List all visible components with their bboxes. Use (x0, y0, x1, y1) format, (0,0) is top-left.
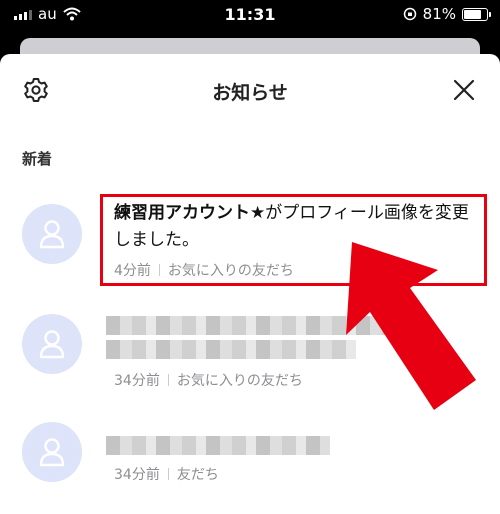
orientation-lock-icon (403, 7, 416, 21)
meta-divider (167, 374, 169, 386)
avatar (22, 204, 82, 264)
section-label-new: 新着 (22, 150, 53, 168)
page-title: お知らせ (212, 82, 288, 104)
sheet-header: お知らせ (0, 54, 500, 126)
notification-meta: 34分前 友だち (114, 464, 219, 484)
meta-divider (167, 468, 169, 480)
person-icon (39, 330, 65, 359)
notification-category: お気に入りの友だち (176, 373, 303, 389)
notification-item[interactable]: 34分前 友だち (0, 420, 500, 510)
avatar (22, 422, 82, 482)
status-right: 81% (403, 5, 491, 23)
status-bar: au 11:31 81% (0, 0, 500, 30)
notification-time: 34分前 (114, 373, 160, 389)
blurred-message-line (106, 436, 330, 455)
notification-time: 34分前 (114, 467, 160, 483)
blurred-message-line (106, 340, 356, 359)
person-icon (39, 220, 65, 249)
close-icon[interactable] (452, 78, 476, 102)
battery-icon (462, 7, 491, 21)
red-arrow-annotation (346, 242, 476, 410)
notification-category: 友だち (176, 467, 219, 483)
person-icon (39, 438, 65, 467)
notification-meta: 34分前 お気に入りの友だち (114, 370, 303, 390)
battery-percent: 81% (422, 5, 456, 23)
avatar (22, 314, 82, 374)
